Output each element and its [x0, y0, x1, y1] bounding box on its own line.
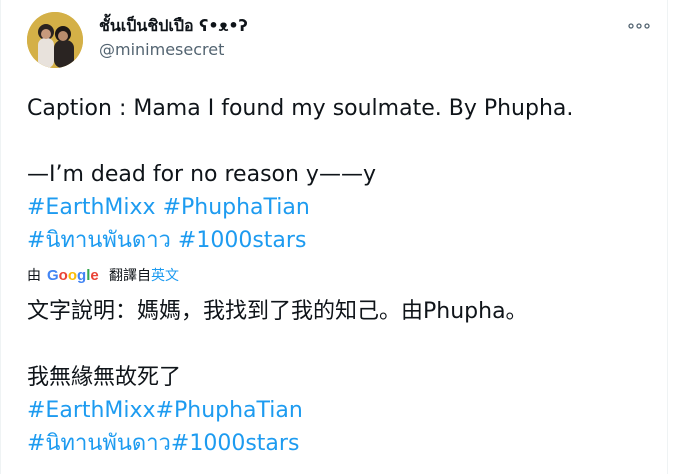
translated-line-2: 我無緣無故死了: [27, 365, 182, 390]
more-horizontal-icon: [628, 23, 650, 29]
translated-by-label: 由: [27, 268, 41, 284]
hashtag-row-2: #นิทานพันดาว #1000stars: [27, 224, 657, 257]
hashtag-link[interactable]: #PhuphaTian: [163, 195, 310, 220]
tweet-text: Caption : Mama I found my soulmate. By P…: [27, 92, 657, 257]
hashtag-row-1: #EarthMixx #PhuphaTian: [27, 191, 657, 224]
tweet-card: ชั้นเป็นชิปเปือ ʕ•ᴥ•ʔ @minimesecret Capt…: [0, 0, 668, 474]
user-handle[interactable]: @minimesecret: [99, 40, 224, 59]
avatar[interactable]: [27, 12, 83, 68]
caption-line: Caption : Mama I found my soulmate. By P…: [27, 96, 574, 121]
svg-text:Google: Google: [47, 267, 99, 283]
translated-line-1: 文字說明：媽媽，我找到了我的知己。由Phupha。: [27, 299, 528, 324]
hashtag-link[interactable]: #EarthMixx: [27, 195, 156, 220]
more-options-button[interactable]: [625, 16, 653, 36]
translation-attribution: 由 Google 翻譯自 英文: [27, 266, 179, 284]
tweet-line-2: —I’m dead for no reason y——y: [27, 162, 376, 187]
translated-from-label: 翻譯自: [109, 268, 151, 284]
display-name[interactable]: ชั้นเป็นชิปเปือ ʕ•ᴥ•ʔ: [99, 14, 248, 39]
google-logo: Google: [47, 267, 103, 283]
translated-hashtags-2[interactable]: #นิทานพันดาว#1000stars: [27, 427, 657, 460]
translated-hashtags-1[interactable]: #EarthMixx#PhuphaTian: [27, 394, 657, 427]
avatar-image: [27, 12, 83, 68]
hashtag-link[interactable]: #1000stars: [178, 228, 307, 253]
source-language-link[interactable]: 英文: [151, 265, 179, 285]
translated-text: 文字說明：媽媽，我找到了我的知己。由Phupha。 我無緣無故死了 #Earth…: [27, 295, 657, 460]
hashtag-link[interactable]: #นิทานพันดาว: [27, 228, 171, 253]
